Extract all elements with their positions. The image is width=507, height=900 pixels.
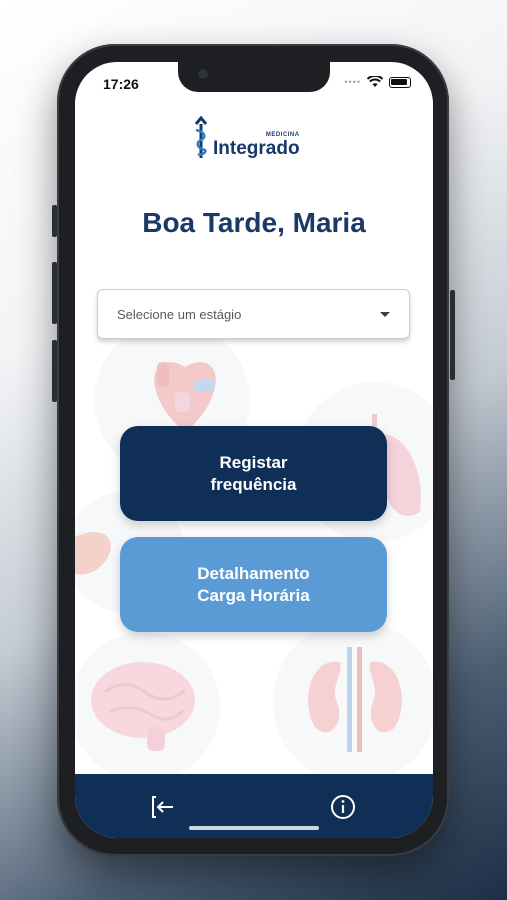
stage-select-placeholder: Selecione um estágio xyxy=(117,306,242,322)
caduceus-icon xyxy=(194,115,208,158)
logout-icon[interactable] xyxy=(149,793,177,821)
front-camera xyxy=(198,69,208,79)
workload-detail-button[interactable]: Detalhamento Carga Horária xyxy=(120,537,387,632)
status-time: 17:26 xyxy=(103,76,139,92)
register-attendance-label-line2: frequência xyxy=(210,474,297,494)
workload-detail-label-line2: Carga Horária xyxy=(197,585,310,605)
home-indicator[interactable] xyxy=(189,826,319,830)
signal-dots-icon: •••• xyxy=(344,77,361,87)
phone-side-button xyxy=(450,290,455,380)
chevron-down-icon xyxy=(380,311,390,317)
app-screen: 17:26 •••• MEDICINA Integrado Boa Tarde,… xyxy=(75,62,433,838)
register-attendance-button[interactable]: Registar frequência xyxy=(120,426,387,521)
wifi-icon xyxy=(367,76,383,87)
phone-side-button xyxy=(52,340,57,402)
app-logo: MEDICINA Integrado xyxy=(193,114,300,158)
status-icons: •••• xyxy=(344,76,411,88)
phone-side-button xyxy=(52,205,57,237)
register-attendance-label-line1: Registar xyxy=(219,452,288,472)
workload-detail-label-line1: Detalhamento xyxy=(197,563,310,583)
logo-title: Integrado xyxy=(213,138,300,159)
phone-side-button xyxy=(52,262,57,324)
info-icon[interactable] xyxy=(329,793,357,821)
stage-select[interactable]: Selecione um estágio xyxy=(97,289,410,339)
logo-text: MEDICINA Integrado xyxy=(213,132,300,158)
phone-notch xyxy=(178,62,330,92)
battery-icon xyxy=(389,76,411,88)
bottom-nav xyxy=(75,774,433,838)
greeting-title: Boa Tarde, Maria xyxy=(142,207,366,238)
